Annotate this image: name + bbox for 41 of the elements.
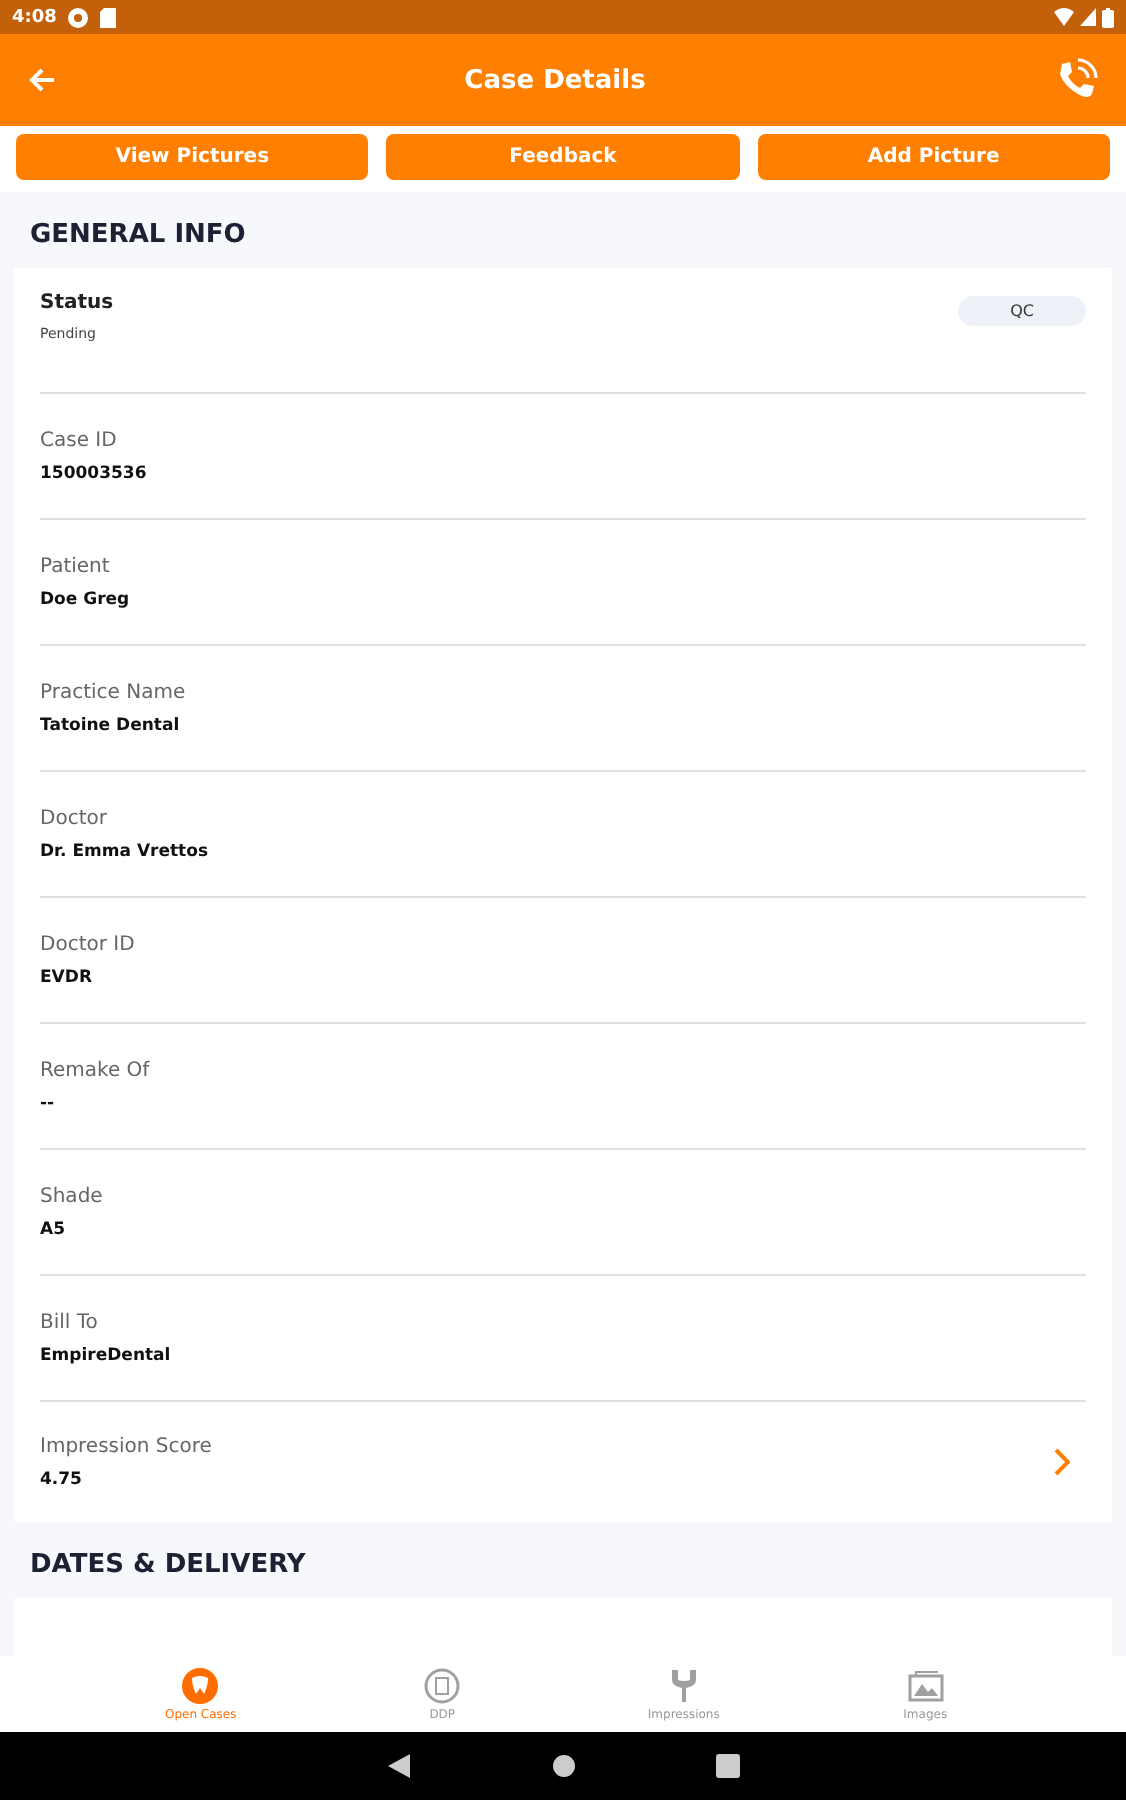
field-value: A5 bbox=[40, 1219, 67, 1239]
action-button[interactable]: Feedback bbox=[386, 134, 740, 180]
action-button[interactable]: Add Picture bbox=[757, 134, 1110, 180]
section-heading: GENERAL INFO bbox=[28, 218, 248, 254]
field-label: Bill To bbox=[40, 1311, 100, 1333]
action-button[interactable]: View Pictures bbox=[16, 134, 369, 180]
field-value: Dr. Emma Vrettos bbox=[40, 841, 210, 861]
field-label: Status bbox=[40, 292, 116, 314]
field-value: 150003536 bbox=[40, 463, 149, 483]
field-label: Impression Score bbox=[40, 1435, 214, 1457]
field-label: Patient bbox=[40, 555, 112, 577]
chevron-right-icon[interactable] bbox=[1054, 1448, 1070, 1476]
field-value: EVDR bbox=[40, 967, 94, 987]
field-value: Tatoine Dental bbox=[40, 715, 182, 735]
home-nav-icon[interactable] bbox=[551, 1754, 575, 1778]
tooth-icon bbox=[182, 1667, 219, 1703]
field-value: EmpireDental bbox=[40, 1345, 173, 1365]
images-icon bbox=[905, 1667, 946, 1703]
status-time: 4:08 bbox=[12, 7, 57, 27]
section-heading: DATES & DELIVERY bbox=[28, 1548, 308, 1584]
screen-title: Case Details bbox=[462, 65, 648, 95]
sd-card-icon bbox=[100, 7, 117, 27]
signal-icon bbox=[1080, 8, 1096, 26]
field-value: 4.75 bbox=[40, 1469, 84, 1489]
field-label: Doctor bbox=[40, 807, 109, 829]
field-label: Remake Of bbox=[40, 1059, 152, 1081]
back-nav-icon[interactable] bbox=[387, 1754, 411, 1778]
phone-call-icon[interactable] bbox=[1054, 58, 1098, 102]
document-badge-icon bbox=[424, 1667, 461, 1703]
status-badge: QC bbox=[958, 296, 1086, 326]
battery-icon bbox=[1102, 7, 1114, 27]
field-label: Doctor ID bbox=[40, 933, 137, 955]
back-arrow-icon[interactable] bbox=[28, 68, 56, 92]
wifi-icon bbox=[1054, 8, 1074, 26]
recents-nav-icon[interactable] bbox=[715, 1754, 739, 1778]
field-label: Case ID bbox=[40, 429, 119, 451]
field-label: Shade bbox=[40, 1185, 105, 1207]
field-value: Doe Greg bbox=[40, 589, 132, 609]
app-notification-icon bbox=[68, 7, 89, 27]
field-label: Practice Name bbox=[40, 681, 188, 703]
field-value: -- bbox=[40, 1093, 57, 1113]
